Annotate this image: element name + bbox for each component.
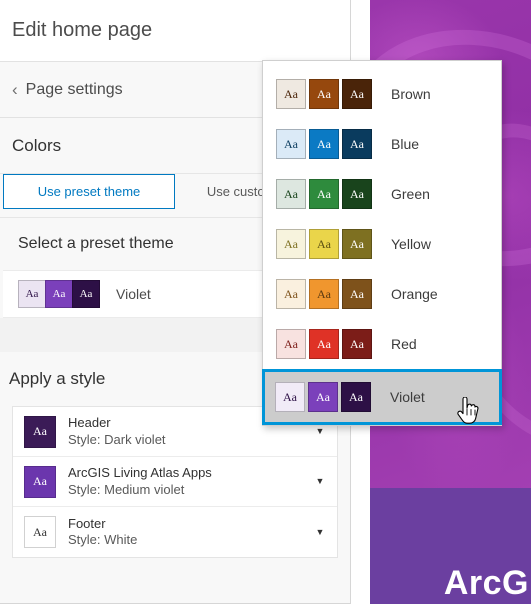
theme-swatch-medium: Aa bbox=[309, 329, 339, 359]
theme-swatch-medium: Aa bbox=[308, 382, 338, 412]
screenshot-root: ArcG Edit home page ‹ Page settings Colo… bbox=[0, 0, 531, 604]
theme-swatch-dark: Aa bbox=[342, 79, 372, 109]
panel-titlebar: Edit home page bbox=[0, 0, 350, 62]
theme-option-label-brown: Brown bbox=[391, 86, 431, 102]
theme-swatch-light: Aa bbox=[276, 79, 306, 109]
style-text-footer: Footer Style: White bbox=[68, 516, 311, 549]
theme-swatch-dark: Aa bbox=[342, 329, 372, 359]
preset-swatch-dark: Aa bbox=[72, 280, 100, 308]
style-chip-living-atlas-apps: Aa bbox=[24, 465, 56, 498]
theme-option-green[interactable]: Aa Aa Aa Green bbox=[263, 169, 501, 219]
style-row-living-atlas-apps[interactable]: Aa ArcGIS Living Atlas Apps Style: Mediu… bbox=[13, 457, 337, 507]
style-list: Aa Header Style: Dark violet ▼ Aa ArcGIS… bbox=[12, 406, 338, 558]
chevron-down-icon[interactable]: ▼ bbox=[311, 427, 329, 436]
style-sub-living-atlas-apps: Style: Medium violet bbox=[68, 481, 185, 497]
theme-swatches-yellow: Aa Aa Aa bbox=[276, 229, 375, 259]
theme-swatch-medium: Aa bbox=[309, 229, 339, 259]
theme-option-blue[interactable]: Aa Aa Aa Blue bbox=[263, 119, 501, 169]
theme-swatch-medium: Aa bbox=[309, 79, 339, 109]
page-settings-label: Page settings bbox=[25, 80, 123, 98]
theme-swatch-dark: Aa bbox=[342, 279, 372, 309]
chevron-down-icon[interactable]: ▼ bbox=[311, 477, 329, 486]
theme-swatches-violet: Aa Aa Aa bbox=[275, 382, 374, 412]
select-preset-theme-title: Select a preset theme bbox=[18, 235, 174, 252]
page-title: Edit home page bbox=[12, 19, 153, 41]
preview-body: ArcG bbox=[370, 488, 531, 604]
theme-swatches-red: Aa Aa Aa bbox=[276, 329, 375, 359]
style-sub-footer: Style: White bbox=[68, 532, 138, 547]
preview-site-title: ArcG bbox=[443, 564, 529, 602]
theme-option-label-green: Green bbox=[391, 186, 430, 202]
theme-option-label-violet: Violet bbox=[390, 389, 425, 405]
preset-swatch-medium: Aa bbox=[45, 280, 73, 308]
theme-option-orange[interactable]: Aa Aa Aa Orange bbox=[263, 269, 501, 319]
chevron-left-icon[interactable]: ‹ bbox=[12, 81, 18, 98]
theme-option-brown[interactable]: Aa Aa Aa Brown bbox=[263, 69, 501, 119]
theme-swatches-orange: Aa Aa Aa bbox=[276, 279, 375, 309]
theme-swatches-brown: Aa Aa Aa bbox=[276, 79, 375, 109]
apply-style-title: Apply a style bbox=[9, 369, 106, 388]
theme-swatch-light: Aa bbox=[276, 229, 306, 259]
tab-use-preset-theme[interactable]: Use preset theme bbox=[3, 174, 175, 209]
preset-swatch-light: Aa bbox=[18, 280, 46, 308]
theme-option-label-yellow: Yellow bbox=[391, 236, 431, 252]
theme-swatch-dark: Aa bbox=[342, 129, 372, 159]
theme-option-violet[interactable]: Aa Aa Aa Violet bbox=[262, 369, 502, 425]
theme-option-red[interactable]: Aa Aa Aa Red bbox=[263, 319, 501, 369]
theme-swatches-green: Aa Aa Aa bbox=[276, 179, 375, 209]
style-sub-header: Style: Dark violet bbox=[68, 431, 166, 447]
tab-use-preset-theme-label: Use preset theme bbox=[37, 184, 141, 199]
theme-swatch-medium: Aa bbox=[309, 179, 339, 209]
theme-option-label-orange: Orange bbox=[391, 286, 438, 302]
theme-swatch-light: Aa bbox=[276, 179, 306, 209]
style-text-living-atlas-apps: ArcGIS Living Atlas Apps Style: Medium v… bbox=[68, 465, 311, 498]
style-chip-header: Aa bbox=[24, 415, 56, 448]
theme-swatch-medium: Aa bbox=[309, 129, 339, 159]
theme-swatch-light: Aa bbox=[276, 329, 306, 359]
theme-swatch-light: Aa bbox=[275, 382, 305, 412]
theme-option-label-red: Red bbox=[391, 336, 417, 352]
theme-swatch-medium: Aa bbox=[309, 279, 339, 309]
theme-swatch-dark: Aa bbox=[342, 229, 372, 259]
style-name-living-atlas-apps: ArcGIS Living Atlas Apps bbox=[68, 465, 212, 481]
style-name-footer: Footer bbox=[68, 515, 106, 531]
theme-option-label-blue: Blue bbox=[391, 136, 420, 152]
theme-swatch-light: Aa bbox=[276, 129, 306, 159]
theme-option-yellow[interactable]: Aa Aa Aa Yellow bbox=[263, 219, 501, 269]
chevron-down-icon[interactable]: ▼ bbox=[311, 527, 329, 537]
selected-preset-theme-name: Violet bbox=[116, 286, 151, 302]
style-chip-footer: Aa bbox=[24, 516, 56, 548]
theme-swatches-blue: Aa Aa Aa bbox=[276, 129, 375, 159]
theme-swatch-light: Aa bbox=[276, 279, 306, 309]
preset-theme-dropdown: Aa Aa Aa Brown Aa Aa Aa Blue Aa Aa Aa Gr… bbox=[262, 60, 502, 426]
style-row-footer[interactable]: Aa Footer Style: White ▼ bbox=[13, 507, 337, 557]
theme-swatch-dark: Aa bbox=[341, 382, 371, 412]
colors-section-title: Colors bbox=[12, 135, 62, 155]
selected-preset-swatches: Aa Aa Aa bbox=[18, 280, 100, 308]
theme-swatch-dark: Aa bbox=[342, 179, 372, 209]
